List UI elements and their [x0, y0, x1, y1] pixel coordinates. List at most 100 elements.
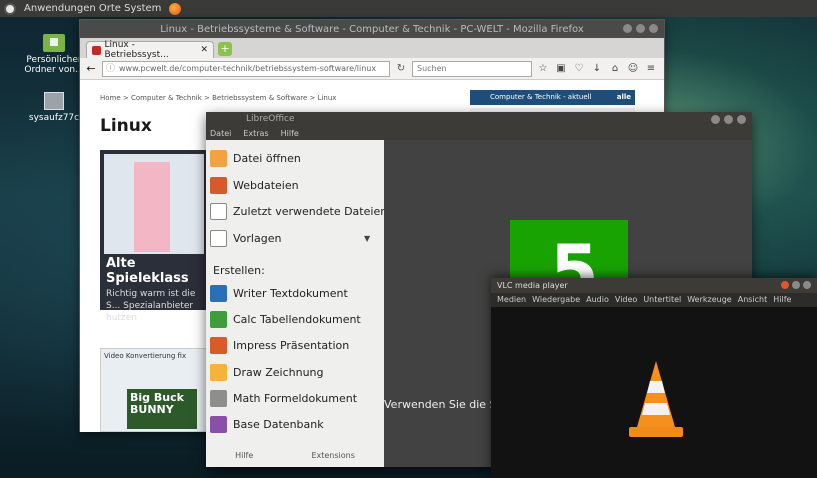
maximize-icon[interactable] [636, 24, 645, 33]
draw-button[interactable]: Draw Zeichnung [210, 364, 324, 381]
extensions-button[interactable]: Extensions [311, 451, 354, 460]
menu-datei[interactable]: Datei [210, 127, 231, 140]
article-teaser-text: Richtig warm ist die S... Spezialanbiete… [106, 289, 196, 323]
sidebar-header[interactable]: Computer & Technik - aktuell alle [470, 90, 635, 105]
tab-linux-label: Linux - Betriebssyst... [104, 40, 169, 60]
article-teaser[interactable]: Alte Spieleklass Richtig warm ist die S.… [100, 150, 208, 323]
vlc-menu-hilfe[interactable]: Hilfe [773, 293, 791, 307]
tab-linux[interactable]: Linux - Betriebssyst... ✕ [86, 40, 214, 60]
bookmark-star-icon[interactable]: ☆ [536, 63, 550, 74]
menu-hilfe[interactable]: Hilfe [281, 127, 299, 140]
writer-button[interactable]: Writer Textdokument [210, 285, 348, 302]
vlc-window: VLC media player Medien Wiedergabe Audio… [491, 278, 817, 478]
math-label: Math Formeldokument [233, 392, 358, 405]
chevron-down-icon[interactable]: ▼ [364, 234, 370, 243]
article-teaser-2-header: Video Konvertierung fix [104, 352, 187, 360]
vlc-menu-video[interactable]: Video [615, 293, 637, 307]
article-thumbnail [104, 154, 204, 254]
math-icon [210, 390, 227, 407]
vlc-menu-ansicht[interactable]: Ansicht [738, 293, 768, 307]
page-title: Linux [100, 116, 152, 136]
folder-icon [210, 150, 227, 167]
close-icon[interactable] [737, 115, 746, 124]
close-icon[interactable] [781, 281, 789, 289]
back-arrow-icon[interactable]: ← [84, 62, 98, 76]
hamburger-menu-icon[interactable]: ≡ [644, 63, 658, 74]
firefox-tabbar: Linux - Betriebssyst... ✕ + [80, 38, 664, 60]
sidebar-more-link[interactable]: alle [617, 90, 631, 105]
firefox-navbar: ← www.pcwelt.de/computer-technik/betrieb… [80, 58, 664, 80]
sync-icon[interactable]: ☺ [626, 63, 640, 74]
help-button[interactable]: Hilfe [235, 451, 253, 460]
desktop-icon-home[interactable]: Persönlicher Ordner von... [22, 34, 86, 75]
maximize-icon[interactable] [803, 281, 811, 289]
drive-icon [44, 92, 64, 110]
menu-extras[interactable]: Extras [243, 127, 268, 140]
start-center-footer: Hilfe Extensions [206, 444, 384, 467]
top-panel: Anwendungen Orte System [0, 0, 817, 17]
vlc-menu-werkzeuge[interactable]: Werkzeuge [687, 293, 731, 307]
article-teaser-2[interactable]: Video Konvertierung fix Big Buck BUNNY [100, 348, 208, 432]
vlc-menu-medien[interactable]: Medien [497, 293, 526, 307]
writer-icon [210, 285, 227, 302]
home-icon[interactable]: ⌂ [608, 63, 622, 74]
new-tab-button[interactable]: + [218, 42, 232, 56]
libreoffice-titlebar[interactable]: LibreOffice [206, 112, 752, 127]
vlc-cone-icon [629, 361, 683, 437]
impress-button[interactable]: Impress Präsentation [210, 337, 349, 354]
vlc-menu-wiedergabe[interactable]: Wiedergabe [532, 293, 580, 307]
firefox-launcher-icon[interactable] [169, 2, 182, 15]
pcwelt-favicon-icon [92, 45, 101, 55]
recent-documents-icon [210, 203, 227, 220]
libreoffice-window-title: LibreOffice [246, 114, 295, 124]
templates-button[interactable]: Vorlagen [210, 230, 281, 247]
minimize-icon[interactable] [623, 24, 632, 33]
vlc-titlebar[interactable]: VLC media player [491, 278, 817, 293]
reading-list-icon[interactable]: ▣ [554, 63, 568, 74]
remote-files-icon [210, 177, 227, 194]
close-icon[interactable] [649, 24, 658, 33]
vlc-menu-audio[interactable]: Audio [586, 293, 609, 307]
home-folder-icon [43, 34, 65, 52]
base-button[interactable]: Base Datenbank [210, 416, 324, 433]
calc-label: Calc Tabellendokument [233, 313, 361, 326]
libreoffice-menubar: Datei Extras Hilfe [206, 127, 752, 140]
math-button[interactable]: Math Formeldokument [210, 390, 357, 407]
base-icon [210, 416, 227, 433]
desktop-icon-drive[interactable]: sysaufz77c [22, 92, 86, 123]
vlc-menu-untertitel[interactable]: Untertitel [643, 293, 681, 307]
maximize-icon[interactable] [724, 115, 733, 124]
templates-icon [210, 230, 227, 247]
firefox-titlebar[interactable]: Linux - Betriebssysteme & Software - Com… [80, 20, 664, 38]
draw-icon [210, 364, 227, 381]
draw-label: Draw Zeichnung [233, 366, 324, 379]
open-file-button[interactable]: Datei öffnen [210, 150, 301, 167]
templates-label: Vorlagen [233, 232, 282, 245]
minimize-icon[interactable] [711, 115, 720, 124]
ubuntu-logo-icon[interactable] [4, 2, 16, 15]
libreoffice-window-controls [711, 115, 746, 124]
calc-icon [210, 311, 227, 328]
reload-icon[interactable]: ↻ [394, 63, 408, 74]
search-input[interactable]: Suchen [412, 60, 532, 77]
url-bar[interactable]: www.pcwelt.de/computer-technik/betriebss… [102, 60, 390, 77]
recent-files-label: Zuletzt verwendete Dateien [233, 205, 388, 218]
vlc-video-area[interactable] [491, 307, 817, 478]
base-label: Base Datenbank [233, 418, 324, 431]
open-file-label: Datei öffnen [233, 152, 301, 165]
start-center-sidebar: Datei öffnen Webdateien Zuletzt verwende… [206, 140, 387, 467]
panel-menu[interactable]: Anwendungen Orte System [24, 3, 161, 14]
breadcrumb[interactable]: Home > Computer & Technik > Betriebssyst… [100, 94, 336, 102]
minimize-icon[interactable] [792, 281, 800, 289]
recent-files-button[interactable]: Zuletzt verwendete Dateien [210, 203, 387, 220]
desktop-icon-drive-label: sysaufz77c [28, 113, 80, 123]
firefox-window-title: Linux - Betriebssysteme & Software - Com… [160, 23, 584, 35]
remote-files-button[interactable]: Webdateien [210, 177, 299, 194]
download-icon[interactable]: ↓ [590, 63, 604, 74]
tab-close-icon[interactable]: ✕ [200, 45, 208, 55]
impress-icon [210, 337, 227, 354]
remote-files-label: Webdateien [233, 179, 299, 192]
calc-button[interactable]: Calc Tabellendokument [210, 311, 361, 328]
pocket-icon[interactable]: ♡ [572, 63, 586, 74]
firefox-window-controls [623, 24, 658, 33]
